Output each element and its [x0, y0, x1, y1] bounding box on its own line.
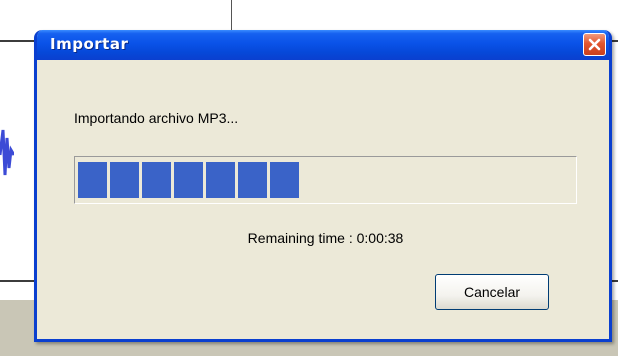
progress-segment — [78, 162, 107, 198]
remaining-time-label: Remaining time : 0:00:38 — [247, 230, 404, 246]
progress-fill — [78, 162, 299, 198]
close-button[interactable] — [583, 33, 606, 56]
dialog-title: Importar — [50, 35, 129, 53]
progress-segment — [110, 162, 139, 198]
waveform-fragment — [0, 129, 14, 176]
import-progress-bar — [74, 156, 577, 204]
dialog-titlebar[interactable]: Importar — [37, 30, 609, 60]
progress-segment — [142, 162, 171, 198]
close-icon — [588, 38, 601, 51]
progress-segment — [206, 162, 235, 198]
import-dialog: Importar Importando archivo MP3... Remai… — [34, 30, 612, 342]
progress-segment — [238, 162, 267, 198]
import-status-message: Importando archivo MP3... — [74, 110, 239, 126]
cancel-button[interactable]: Cancelar — [435, 274, 549, 310]
progress-segment — [174, 162, 203, 198]
progress-segment — [270, 162, 299, 198]
